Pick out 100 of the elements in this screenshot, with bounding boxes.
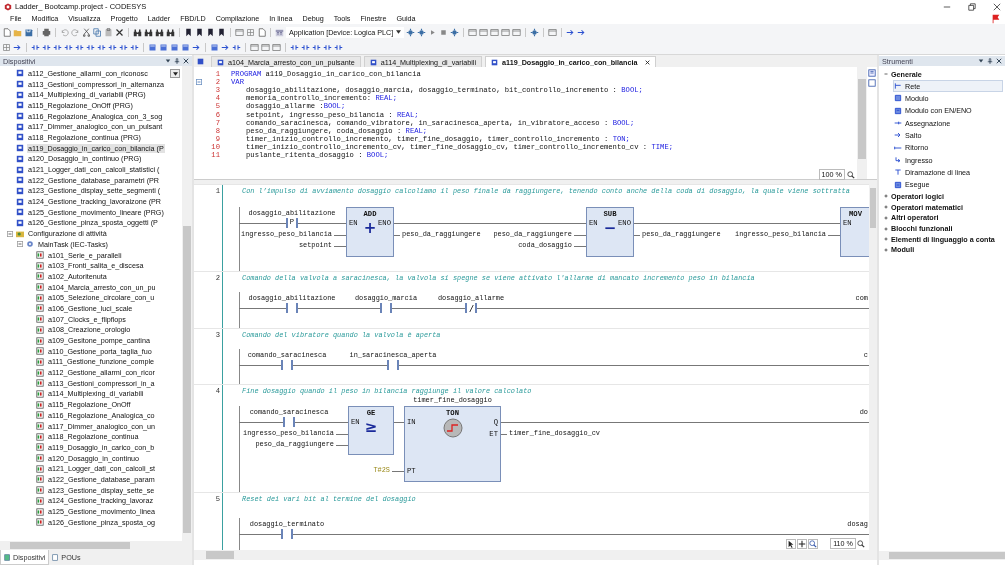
contact-icon[interactable] xyxy=(75,42,84,52)
pointer-icon[interactable] xyxy=(786,538,797,549)
contact-icon[interactable] xyxy=(42,42,51,52)
block-icon[interactable] xyxy=(170,42,179,52)
window-icon[interactable] xyxy=(868,69,876,77)
contact-icon[interactable] xyxy=(130,42,139,52)
caret-icon xyxy=(396,30,402,34)
window-icon[interactable] xyxy=(261,42,270,52)
document-icon xyxy=(36,368,44,377)
contact-icon[interactable] xyxy=(53,42,62,52)
arrow-icon[interactable] xyxy=(577,27,587,37)
document-icon xyxy=(36,475,44,484)
module-icon xyxy=(16,101,24,110)
operator-symbol: − xyxy=(603,220,617,237)
arrow-icon[interactable] xyxy=(192,42,201,52)
module-icon xyxy=(16,165,24,174)
module-icon xyxy=(369,58,377,66)
window-icon[interactable] xyxy=(490,27,500,37)
document-icon xyxy=(36,411,44,420)
block-icon xyxy=(894,106,902,115)
module-icon xyxy=(16,133,24,142)
close-icon[interactable] xyxy=(183,58,189,64)
horizontal-scrollbar[interactable] xyxy=(194,550,877,560)
document-icon xyxy=(36,518,44,527)
pin-icon[interactable] xyxy=(174,58,180,64)
document-icon[interactable] xyxy=(257,27,266,37)
window-icon[interactable] xyxy=(479,27,489,37)
clipboard-icon[interactable] xyxy=(104,27,113,37)
contact-icon[interactable] xyxy=(312,42,321,52)
close-icon[interactable] xyxy=(996,58,1002,64)
binoculars-icon[interactable] xyxy=(133,27,142,37)
block-icon[interactable] xyxy=(148,42,157,52)
contact-icon[interactable] xyxy=(86,42,95,52)
module-icon xyxy=(16,197,24,206)
document-icon xyxy=(36,304,44,313)
module-icon xyxy=(197,57,204,65)
grid-icon[interactable] xyxy=(2,42,11,52)
dropdown-icon[interactable] xyxy=(978,58,984,64)
page-icon xyxy=(52,554,60,561)
magnifier-icon[interactable] xyxy=(857,539,865,548)
delete-icon[interactable] xyxy=(115,27,124,37)
window-icon[interactable] xyxy=(468,27,478,37)
pin-icon[interactable] xyxy=(987,58,993,64)
input-pin-icon xyxy=(894,156,902,165)
contact-icon[interactable] xyxy=(301,42,310,52)
dropdown-button[interactable] xyxy=(170,69,180,78)
arrow-icon[interactable] xyxy=(566,27,576,37)
operator-symbol: + xyxy=(363,220,377,237)
document-icon[interactable] xyxy=(2,27,11,37)
dropdown-icon[interactable] xyxy=(165,58,171,64)
contact-icon[interactable] xyxy=(97,42,106,52)
vertical-scrollbar[interactable] xyxy=(182,66,192,541)
arrow-icon[interactable] xyxy=(13,42,22,52)
rung-icon xyxy=(894,82,902,91)
window-icon[interactable] xyxy=(235,27,244,37)
module-icon xyxy=(16,69,24,78)
window-icon[interactable] xyxy=(868,79,876,87)
flag-icon[interactable] xyxy=(991,13,1001,24)
window-icon[interactable] xyxy=(501,27,511,37)
window-icon[interactable] xyxy=(250,42,259,52)
contact-icon[interactable] xyxy=(290,42,299,52)
task-folder-icon xyxy=(16,229,24,238)
close-icon[interactable] xyxy=(993,2,1001,11)
binoculars-icon[interactable] xyxy=(166,27,175,37)
block-icon[interactable] xyxy=(159,42,168,52)
device-tree-icon xyxy=(4,553,11,561)
binoculars-icon[interactable] xyxy=(155,27,164,37)
grid-icon[interactable] xyxy=(246,27,255,37)
arrow-icon[interactable] xyxy=(221,42,230,52)
window-icon[interactable] xyxy=(272,42,281,52)
save-icon[interactable] xyxy=(24,27,33,37)
block-icon xyxy=(894,94,902,103)
restore-icon[interactable] xyxy=(968,2,976,11)
block-icon[interactable] xyxy=(181,42,190,52)
document-icon xyxy=(36,443,44,452)
copy-icon[interactable] xyxy=(93,27,102,37)
vertical-scrollbar[interactable] xyxy=(857,67,867,179)
printer-icon[interactable] xyxy=(42,27,51,37)
calendar-icon[interactable] xyxy=(275,27,284,37)
horizontal-scrollbar[interactable] xyxy=(0,541,192,550)
block-icon[interactable] xyxy=(210,42,219,52)
binoculars-icon[interactable] xyxy=(144,27,153,37)
magnifier-icon[interactable] xyxy=(847,170,855,179)
window-icon[interactable] xyxy=(548,27,558,37)
contact-icon[interactable] xyxy=(31,42,40,52)
stop-icon[interactable] xyxy=(439,27,449,37)
contact-icon[interactable] xyxy=(334,42,343,52)
contact-icon[interactable] xyxy=(119,42,128,52)
close-icon[interactable] xyxy=(645,59,651,65)
document-icon xyxy=(36,400,44,409)
scissors-icon[interactable] xyxy=(82,27,91,37)
negated-contact-symbol xyxy=(465,303,477,313)
contact-icon[interactable] xyxy=(323,42,332,52)
window-icon[interactable] xyxy=(512,27,522,37)
horizontal-scrollbar[interactable] xyxy=(879,551,1005,560)
magnifier-icon[interactable] xyxy=(808,538,819,549)
contact-icon[interactable] xyxy=(232,42,241,52)
crosshair-icon[interactable] xyxy=(797,538,808,549)
contact-icon[interactable] xyxy=(108,42,117,52)
contact-icon[interactable] xyxy=(64,42,73,52)
